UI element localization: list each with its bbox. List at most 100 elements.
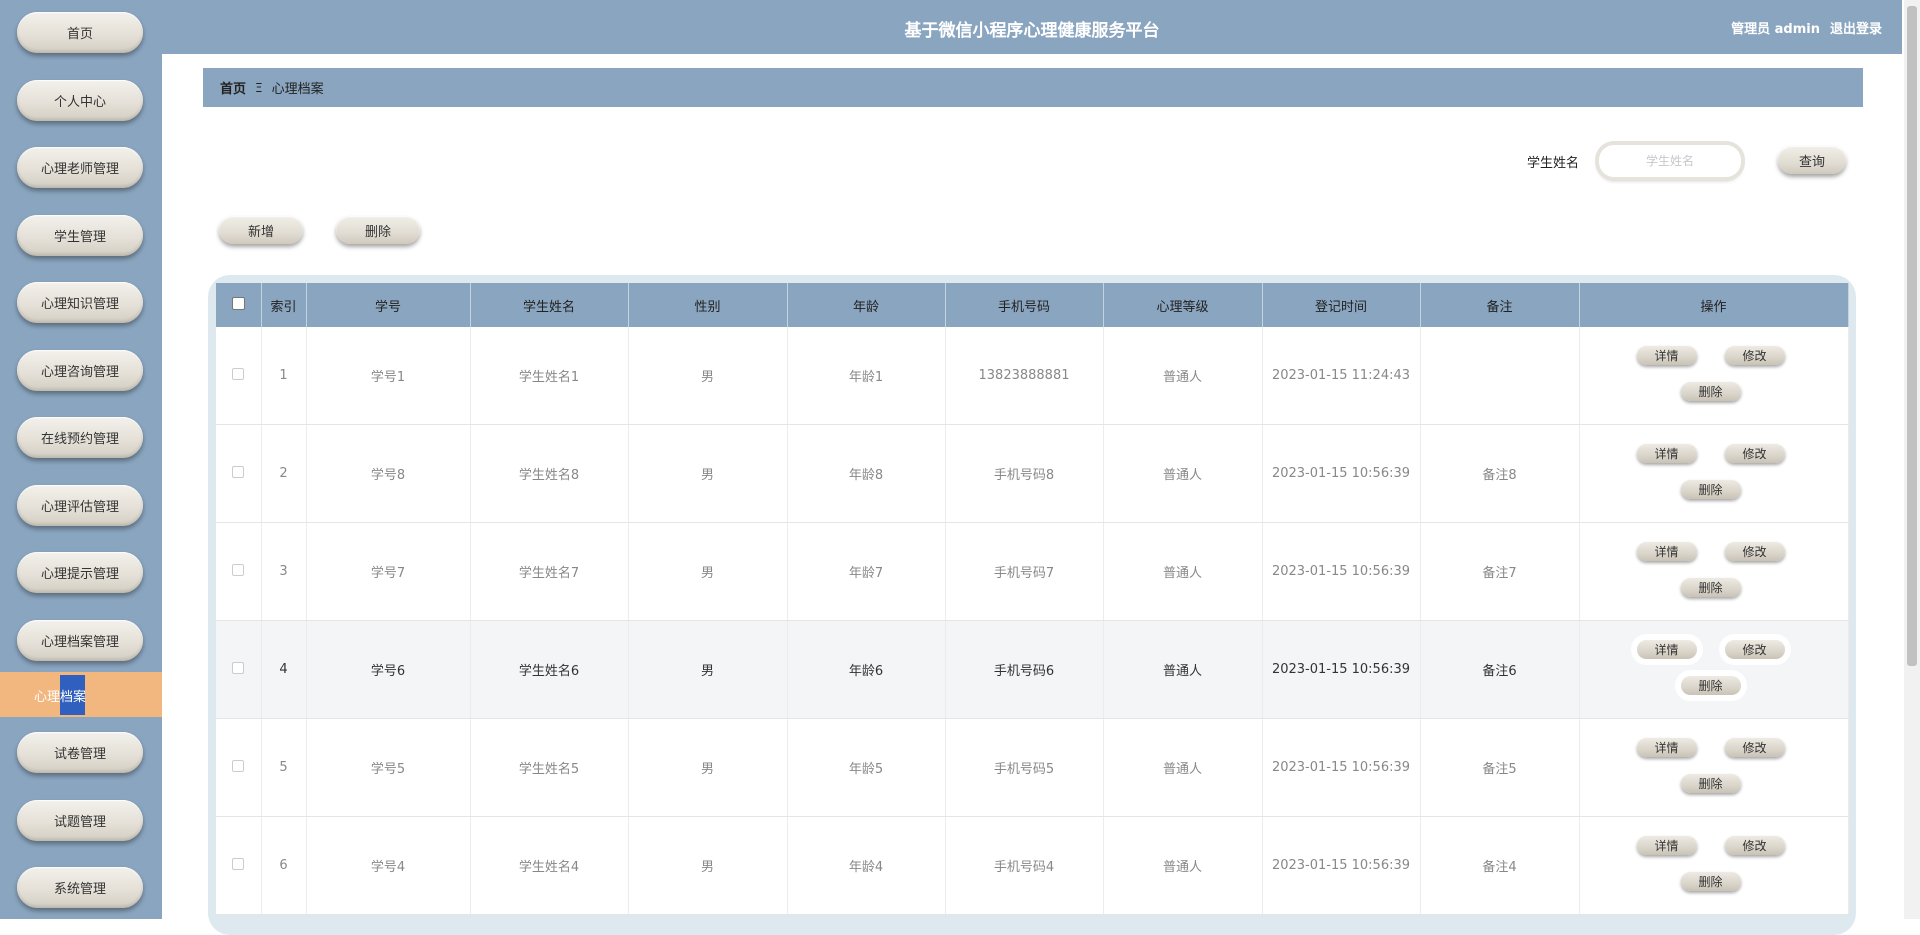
row-checkbox[interactable]	[232, 759, 245, 772]
row-delete-button[interactable]: 删除	[1680, 774, 1741, 793]
cell-student-id: 学号1	[306, 327, 471, 425]
detail-button[interactable]: 详情	[1636, 836, 1697, 855]
logout-link[interactable]: 退出登录	[1830, 18, 1882, 37]
cell-time: 2023-01-15 11:24:43	[1262, 327, 1421, 425]
sidebar-button-teachers[interactable]: 心理老师管理	[17, 147, 143, 188]
sidebar-item-tips: 心理提示管理	[0, 540, 162, 608]
search-button[interactable]: 查询	[1778, 146, 1846, 174]
table-row: 2 学号8 学生姓名8 男 年龄8 手机号码8 普通人 2023-01-15 1…	[216, 424, 1849, 523]
sidebar-button-questions[interactable]: 试题管理	[17, 799, 143, 841]
page-scrollbar[interactable]	[1904, 0, 1920, 919]
row-checkbox[interactable]	[232, 563, 245, 576]
cell-age: 年龄7	[787, 522, 946, 621]
delete-button[interactable]: 删除	[336, 216, 420, 244]
cell-note	[1420, 327, 1580, 425]
sidebar-button-profile[interactable]: 个人中心	[17, 79, 143, 121]
sidebar-item-home: 首页	[0, 0, 162, 68]
sidebar-item-booking: 在线预约管理	[0, 405, 162, 473]
cell-student-id: 学号5	[306, 718, 471, 817]
sidebar-button-home[interactable]: 首页	[17, 12, 143, 53]
cell-level: 普通人	[1103, 620, 1263, 719]
cell-time: 2023-01-15 10:56:39	[1262, 424, 1421, 523]
cell-index: 4	[261, 620, 307, 719]
table-row: 3 学号7 学生姓名7 男 年龄7 手机号码7 普通人 2023-01-15 1…	[216, 522, 1849, 621]
cell-age: 年龄8	[787, 424, 946, 523]
scrollbar-thumb[interactable]	[1907, 6, 1917, 666]
cell-gender: 男	[628, 327, 788, 425]
sidebar-button-knowledge[interactable]: 心理知识管理	[17, 282, 143, 323]
breadcrumb-home[interactable]: 首页	[220, 78, 246, 97]
col-header-index: 索引	[261, 283, 307, 327]
cell-student-id: 学号7	[306, 522, 471, 621]
table-row: 6 学号4 学生姓名4 男 年龄4 手机号码4 普通人 2023-01-15 1…	[216, 816, 1849, 915]
sidebar-item-questions: 试题管理	[0, 788, 162, 856]
search-input[interactable]	[1599, 145, 1741, 177]
edit-button[interactable]: 修改	[1724, 444, 1785, 463]
cell-level: 普通人	[1103, 522, 1263, 621]
edit-button[interactable]: 修改	[1724, 542, 1785, 561]
edit-button[interactable]: 修改	[1724, 346, 1785, 365]
edit-button[interactable]: 修改	[1724, 640, 1785, 659]
sidebar-button-students[interactable]: 学生管理	[17, 214, 143, 256]
col-header-student-id: 学号	[306, 283, 471, 327]
row-checkbox[interactable]	[232, 465, 245, 478]
top-header: 基于微信小程序心理健康服务平台 管理员 admin 退出登录	[162, 0, 1902, 54]
select-all-checkbox[interactable]	[231, 296, 245, 310]
detail-button[interactable]: 详情	[1636, 346, 1697, 365]
cell-note: 备注6	[1420, 620, 1580, 719]
row-delete-button[interactable]: 删除	[1680, 382, 1741, 401]
cell-time: 2023-01-15 10:56:39	[1262, 718, 1421, 817]
row-delete-button[interactable]: 删除	[1680, 676, 1741, 695]
cell-phone: 手机号码6	[945, 620, 1104, 719]
sidebar-item-teachers: 心理老师管理	[0, 135, 162, 203]
sidebar-button-records[interactable]: 心理档案管理	[17, 619, 143, 661]
row-checkbox-cell	[216, 620, 262, 719]
select-all-cell	[216, 283, 262, 327]
cell-phone: 手机号码7	[945, 522, 1104, 621]
table-row-hovered: 4 学号6 学生姓名6 男 年龄6 手机号码6 普通人 2023-01-15 1…	[216, 620, 1849, 719]
row-checkbox[interactable]	[232, 661, 245, 674]
sidebar-button-consult[interactable]: 心理咨询管理	[17, 349, 143, 391]
cell-name: 学生姓名5	[470, 718, 629, 817]
detail-button[interactable]: 详情	[1636, 542, 1697, 561]
detail-button[interactable]: 详情	[1636, 640, 1697, 659]
sidebar-button-booking[interactable]: 在线预约管理	[17, 417, 143, 458]
cell-time: 2023-01-15 10:56:39	[1262, 620, 1421, 719]
detail-button[interactable]: 详情	[1636, 738, 1697, 757]
col-header-phone: 手机号码	[945, 283, 1104, 327]
user-label: 管理员 admin	[1731, 22, 1820, 37]
table-frame: 索引 学号 学生姓名 性别 年龄 手机号码 心理等级 登记时间 备注 操作 1 …	[208, 275, 1856, 935]
breadcrumb-separator-icon: Ξ	[255, 80, 263, 95]
cell-age: 年龄5	[787, 718, 946, 817]
row-delete-button[interactable]: 删除	[1680, 872, 1741, 891]
cell-actions: 详情 修改 删除	[1579, 718, 1849, 817]
row-checkbox[interactable]	[232, 857, 245, 870]
sidebar-subitem-records[interactable]: 心理档案	[0, 672, 162, 717]
edit-button[interactable]: 修改	[1724, 738, 1785, 757]
sidebar-button-papers[interactable]: 试卷管理	[17, 732, 143, 773]
row-delete-button[interactable]: 删除	[1680, 578, 1741, 597]
edit-button[interactable]: 修改	[1724, 836, 1785, 855]
sidebar-item-system: 系统管理	[0, 855, 162, 919]
sidebar-button-assessment[interactable]: 心理评估管理	[17, 484, 143, 526]
add-button[interactable]: 新增	[219, 216, 303, 244]
cell-index: 5	[261, 718, 307, 817]
cell-age: 年龄4	[787, 816, 946, 915]
sidebar-item-students: 学生管理	[0, 203, 162, 271]
sidebar-subitem-label: 心理档案	[34, 690, 87, 705]
row-checkbox-cell	[216, 816, 262, 915]
cell-phone: 手机号码8	[945, 424, 1104, 523]
detail-button[interactable]: 详情	[1636, 444, 1697, 463]
row-checkbox[interactable]	[232, 367, 245, 380]
sidebar-button-system[interactable]: 系统管理	[17, 867, 143, 908]
cell-student-id: 学号4	[306, 816, 471, 915]
row-checkbox-cell	[216, 327, 262, 425]
cell-phone: 13823888881	[945, 327, 1104, 425]
row-delete-button[interactable]: 删除	[1680, 480, 1741, 499]
cell-index: 3	[261, 522, 307, 621]
cell-actions: 详情 修改 删除	[1579, 327, 1849, 425]
cell-time: 2023-01-15 10:56:39	[1262, 816, 1421, 915]
cell-phone: 手机号码4	[945, 816, 1104, 915]
sidebar-button-tips[interactable]: 心理提示管理	[17, 552, 143, 593]
cell-index: 6	[261, 816, 307, 915]
